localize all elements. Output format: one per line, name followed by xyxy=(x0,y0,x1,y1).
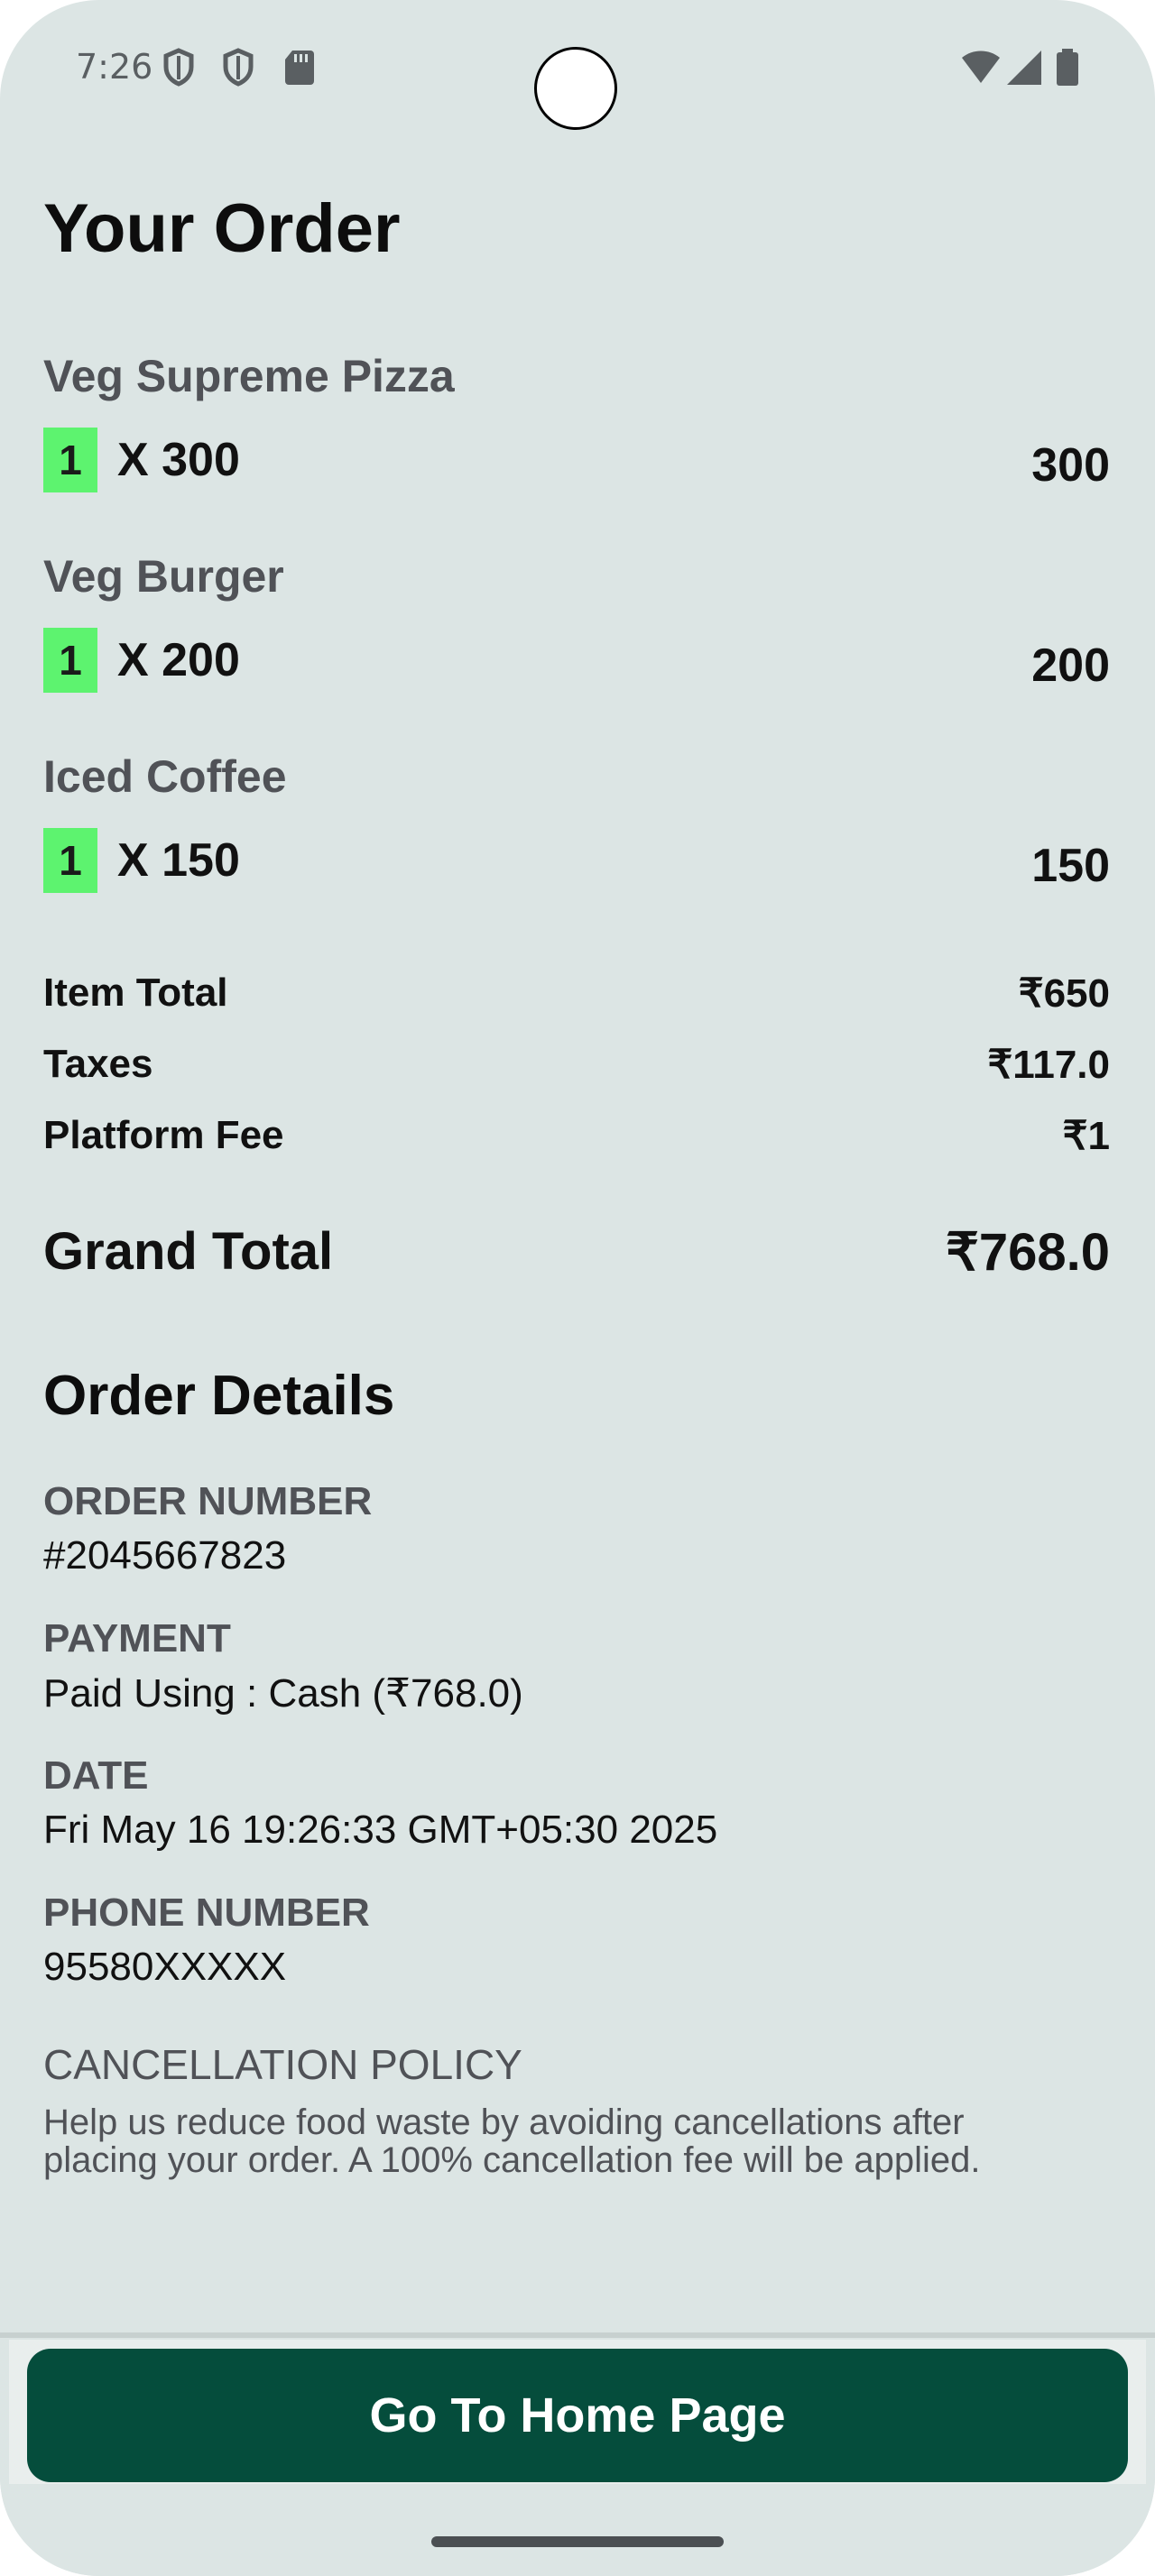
camera-cutout xyxy=(534,47,617,130)
payment-label: PAYMENT xyxy=(43,1616,231,1661)
grand-total-value: ₹768.0 xyxy=(945,1223,1110,1282)
payment-value: Paid Using : Cash (₹768.0) xyxy=(43,1671,523,1716)
order-number-label: ORDER NUMBER xyxy=(43,1479,373,1523)
item-total-value: ₹650 xyxy=(1018,971,1110,1016)
home-indicator[interactable] xyxy=(431,2536,724,2547)
taxes-value: ₹117.0 xyxy=(987,1043,1110,1087)
wifi-icon xyxy=(962,51,1000,83)
item-name: Veg Supreme Pizza xyxy=(43,351,455,401)
phone-number-label: PHONE NUMBER xyxy=(43,1891,370,1935)
date-label: DATE xyxy=(43,1753,149,1798)
taxes-label: Taxes xyxy=(43,1042,153,1086)
go-to-home-button[interactable]: Go To Home Page xyxy=(27,2349,1128,2482)
cancellation-policy-text: Help us reduce food waste by avoiding ca… xyxy=(43,2102,981,2180)
shield-icon xyxy=(223,48,254,87)
item-unit-price: X 200 xyxy=(117,634,240,686)
shield-icon xyxy=(163,48,194,87)
status-bar: 7:26 xyxy=(0,0,1155,135)
item-line-total: 300 xyxy=(1031,439,1110,492)
item-unit-price: X 300 xyxy=(117,434,240,486)
item-total-label: Item Total xyxy=(43,971,228,1015)
status-time: 7:26 xyxy=(76,47,153,87)
screen: 7:26 Your Order Veg Supreme Pizza 1 X 30… xyxy=(0,0,1155,2576)
quantity-badge: 1 xyxy=(43,828,97,893)
item-line-total: 200 xyxy=(1031,639,1110,692)
signal-icon xyxy=(1007,51,1041,85)
phone-number-value: 95580XXXXX xyxy=(43,1945,287,1989)
platform-fee-label: Platform Fee xyxy=(43,1113,284,1157)
item-name: Iced Coffee xyxy=(43,751,287,802)
cancellation-policy-title: CANCELLATION POLICY xyxy=(43,2041,522,2088)
battery-icon xyxy=(1057,49,1078,86)
platform-fee-value: ₹1 xyxy=(1062,1114,1110,1158)
order-number-value: #2045667823 xyxy=(43,1533,287,1578)
item-name: Veg Burger xyxy=(43,551,284,602)
date-value: Fri May 16 19:26:33 GMT+05:30 2025 xyxy=(43,1808,718,1852)
item-unit-price: X 150 xyxy=(117,834,240,887)
item-line-total: 150 xyxy=(1031,840,1110,892)
page-title: Your Order xyxy=(43,190,401,267)
sd-card-icon xyxy=(285,51,314,85)
quantity-badge: 1 xyxy=(43,628,97,693)
quantity-badge: 1 xyxy=(43,428,97,492)
grand-total-label: Grand Total xyxy=(43,1222,334,1281)
order-details-heading: Order Details xyxy=(43,1365,395,1427)
